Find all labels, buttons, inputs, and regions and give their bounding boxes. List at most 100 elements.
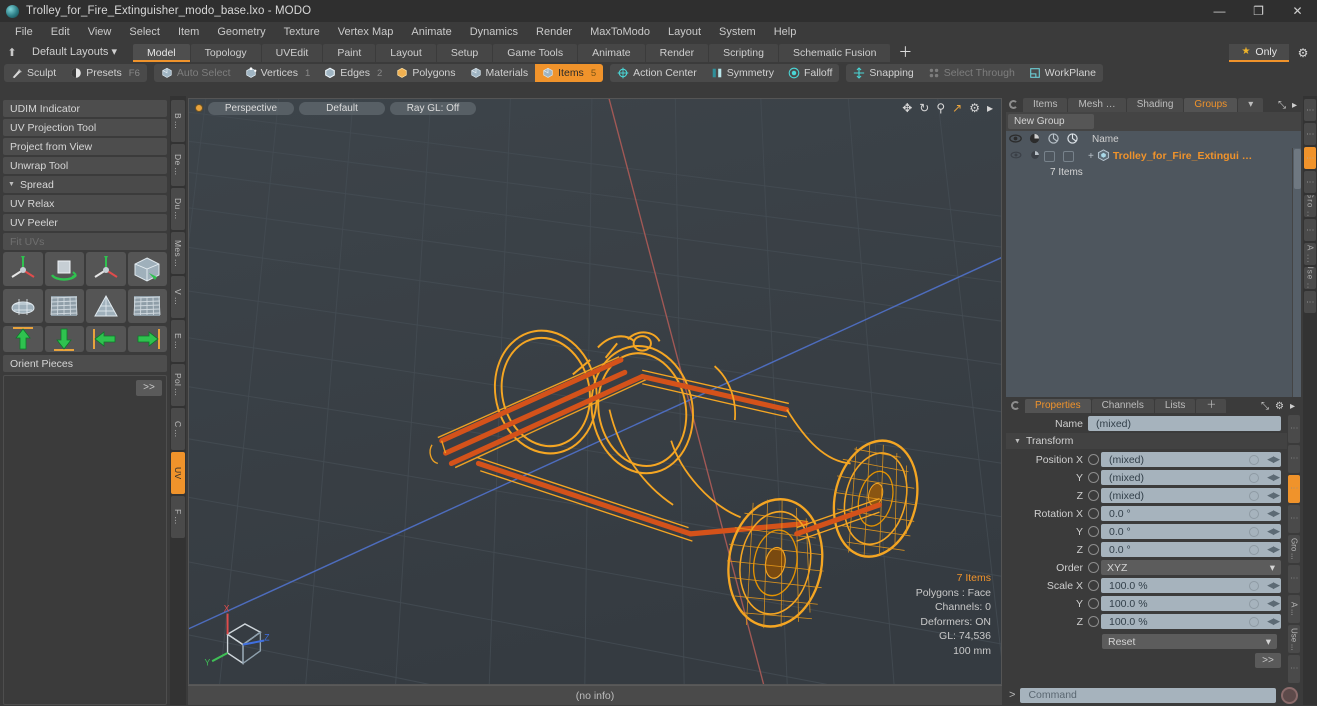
uv-move-axis-icon[interactable] xyxy=(86,252,126,286)
field-spinner[interactable]: ◀▶ xyxy=(1267,472,1280,483)
properties-menu-icon[interactable] xyxy=(1011,401,1020,410)
layout-tab-layout[interactable]: Layout xyxy=(376,44,436,62)
transform-field[interactable]: 0.0 ° ◀▶ xyxy=(1101,524,1281,539)
lock-icon[interactable] xyxy=(1044,132,1063,147)
toolbar-select-through-button[interactable]: Select Through xyxy=(921,64,1022,82)
layout-tab-model[interactable]: Model xyxy=(133,44,190,62)
right-edge-tab-5[interactable]: ⋮ xyxy=(1304,219,1316,241)
groups-tab-mesh-[interactable]: Mesh … xyxy=(1068,98,1126,112)
viewport-mode-dropdown[interactable]: Perspective xyxy=(208,101,294,115)
layout-tab-game-tools[interactable]: Game Tools xyxy=(493,44,578,62)
expand-row-icon[interactable]: + xyxy=(1088,151,1094,162)
order-dropdown[interactable]: XYZ ▾ xyxy=(1101,560,1281,575)
field-mini-dot[interactable] xyxy=(1249,526,1259,537)
properties-expand-icon[interactable]: ⤡ xyxy=(1261,401,1269,412)
right-edge-tab-8[interactable]: ⋮ xyxy=(1304,291,1316,313)
layout-tab-scripting[interactable]: Scripting xyxy=(709,44,778,62)
transform-field[interactable]: (mixed) ◀▶ xyxy=(1101,488,1281,503)
toolbar-falloff-button[interactable]: Falloff xyxy=(781,64,839,82)
record-icon[interactable] xyxy=(1281,686,1298,704)
viewport-shading-dropdown[interactable]: Default xyxy=(299,101,385,115)
transform-section-header[interactable]: ▼ Transform xyxy=(1006,433,1287,449)
minimize-button[interactable]: — xyxy=(1200,0,1239,22)
field-radio[interactable] xyxy=(1088,580,1099,591)
row-render-icon[interactable] xyxy=(1025,150,1044,163)
field-radio[interactable] xyxy=(1088,598,1099,609)
tool-unwrap-tool[interactable]: Unwrap Tool xyxy=(3,157,167,174)
layout-tab-schematic-fusion[interactable]: Schematic Fusion xyxy=(778,44,891,62)
reset-dropdown[interactable]: Reset ▾ xyxy=(1102,634,1277,649)
field-mini-dot[interactable] xyxy=(1249,508,1259,519)
field-radio[interactable] xyxy=(1088,472,1099,483)
menu-item-render[interactable]: Render xyxy=(527,22,581,42)
vertical-tab-e[interactable]: E ... xyxy=(171,320,185,362)
viewport-raygl-dropdown[interactable]: Ray GL: Off xyxy=(390,101,476,115)
properties-side-tab-0[interactable]: ⋮ xyxy=(1288,415,1300,443)
right-edge-tab-1[interactable]: ⋮ xyxy=(1304,123,1316,145)
3d-viewport[interactable]: X Y Z Perspective Default Ray GL: Off ✥ ↻… xyxy=(188,98,1002,685)
menu-item-geometry[interactable]: Geometry xyxy=(208,22,274,42)
groups-tab-dropdown-icon[interactable]: ▾ xyxy=(1238,98,1264,112)
groups-tab-groups[interactable]: Groups xyxy=(1184,98,1238,112)
gear-icon[interactable]: ⚙ xyxy=(1289,44,1317,62)
properties-side-tab-4[interactable]: Gro ... xyxy=(1288,535,1300,563)
properties-more-button[interactable]: >> xyxy=(1255,653,1281,668)
menu-item-item[interactable]: Item xyxy=(169,22,208,42)
uv-sphere-map-icon[interactable] xyxy=(3,289,43,323)
add-layout-tab-button[interactable]: ＋ xyxy=(891,43,919,61)
right-edge-tab-7[interactable]: Use ... xyxy=(1304,267,1316,289)
field-mini-dot[interactable] xyxy=(1249,490,1259,501)
home-layout-icon[interactable]: ⬆ xyxy=(0,46,24,59)
field-mini-dot[interactable] xyxy=(1249,454,1259,465)
groups-scrollbar[interactable] xyxy=(1292,148,1301,397)
row-select-checkbox[interactable] xyxy=(1063,150,1082,162)
scale-field[interactable]: 100.0 % ◀▶ xyxy=(1101,596,1281,611)
field-mini-dot[interactable] xyxy=(1249,598,1259,609)
tool-uv-peeler[interactable]: UV Peeler xyxy=(3,214,167,231)
toolbar-edges-button[interactable]: Edges 2 xyxy=(317,64,389,82)
properties-side-tab-8[interactable]: ⋮ xyxy=(1288,655,1300,683)
menu-item-system[interactable]: System xyxy=(710,22,765,42)
zoom-icon[interactable]: ⚲ xyxy=(936,102,945,114)
right-edge-tab-4[interactable]: Gro ... xyxy=(1304,195,1316,217)
only-toggle-button[interactable]: ★ Only xyxy=(1229,44,1289,62)
properties-side-tab-6[interactable]: A ... xyxy=(1288,595,1300,623)
vertical-tab-du[interactable]: Du ... xyxy=(171,188,185,230)
vertical-tab-uv[interactable]: UV xyxy=(171,452,185,494)
close-button[interactable]: ✕ xyxy=(1278,0,1317,22)
viewport-menu-arrow-icon[interactable]: ▸ xyxy=(987,102,993,114)
field-spinner[interactable]: ◀▶ xyxy=(1267,454,1280,465)
properties-gear-icon[interactable]: ⚙ xyxy=(1275,401,1284,412)
properties-side-tab-3[interactable]: ⋮ xyxy=(1288,505,1300,533)
pan-icon[interactable]: ✥ xyxy=(902,102,912,114)
uv-grid-plane-icon[interactable] xyxy=(44,289,84,323)
uv-rotate-cylinder-icon[interactable] xyxy=(44,252,84,286)
field-spinner[interactable]: ◀▶ xyxy=(1267,526,1280,537)
rotate-icon[interactable]: ↻ xyxy=(919,102,929,114)
layout-tab-uvedit[interactable]: UVEdit xyxy=(261,44,323,62)
toolbar-items-button[interactable]: Items 5 xyxy=(535,64,604,82)
properties-side-tab-2[interactable]: ⋮ xyxy=(1288,475,1300,503)
toolbar-materials-button[interactable]: Materials xyxy=(463,64,536,82)
uv-cone-map-icon[interactable] xyxy=(86,289,126,323)
toolbar-polygons-button[interactable]: Polygons xyxy=(389,64,462,82)
vertical-tab-b[interactable]: B ... xyxy=(171,100,185,142)
viewport-settings-icon[interactable]: ⚙ xyxy=(969,102,980,114)
field-radio[interactable] xyxy=(1088,616,1099,627)
transform-field[interactable]: 0.0 ° ◀▶ xyxy=(1101,506,1281,521)
properties-side-tab-1[interactable]: ⋮ xyxy=(1288,445,1300,473)
command-input[interactable]: Command xyxy=(1020,687,1276,703)
tool-uv-projection-tool[interactable]: UV Projection Tool xyxy=(3,119,167,136)
orient-pieces-button[interactable]: Orient Pieces xyxy=(3,355,167,372)
new-group-button[interactable]: New Group xyxy=(1008,114,1094,129)
arrow-right-icon[interactable] xyxy=(127,326,167,352)
field-mini-dot[interactable] xyxy=(1249,616,1259,627)
properties-tab-properties[interactable]: Properties xyxy=(1025,399,1091,413)
scale-field[interactable]: 100.0 % ◀▶ xyxy=(1101,614,1281,629)
vertical-tab-c[interactable]: C ... xyxy=(171,408,185,450)
menu-item-texture[interactable]: Texture xyxy=(275,22,329,42)
row-lock-checkbox[interactable] xyxy=(1044,150,1063,162)
field-spinner[interactable]: ◀▶ xyxy=(1267,490,1280,501)
arrow-down-icon[interactable] xyxy=(44,326,84,352)
field-radio[interactable] xyxy=(1088,526,1099,537)
